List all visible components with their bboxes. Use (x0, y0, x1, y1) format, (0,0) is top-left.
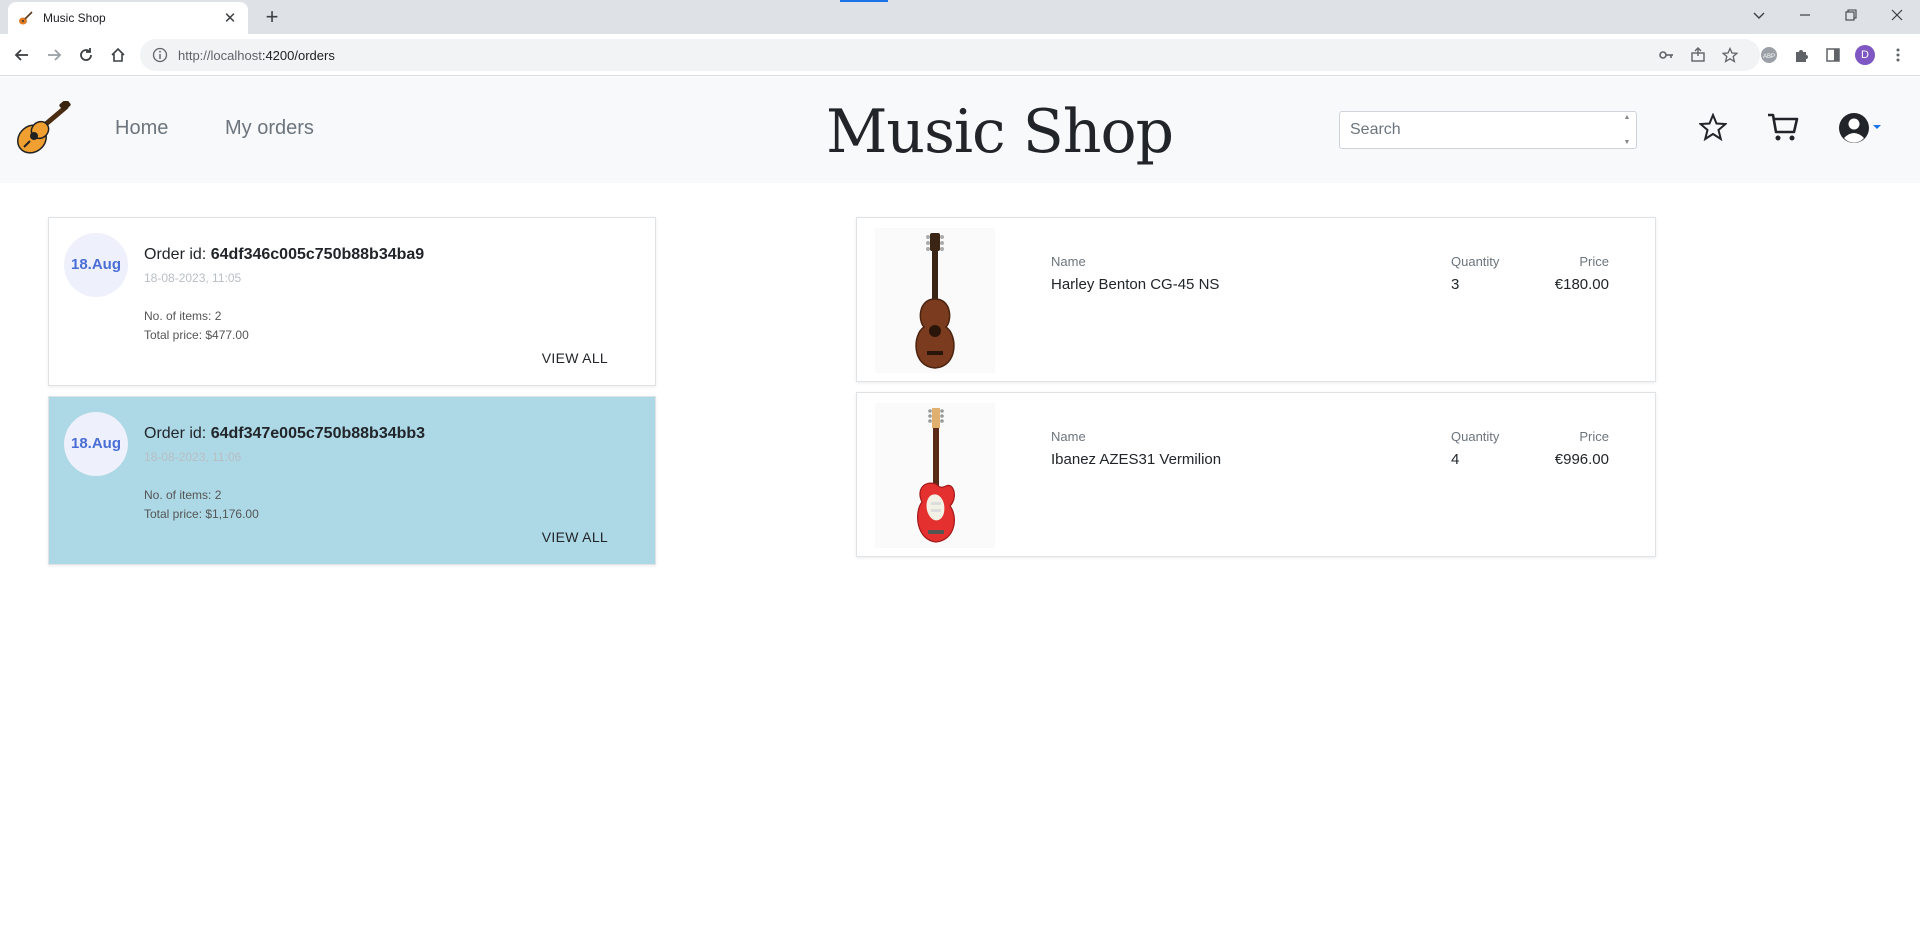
order-id: Order id: 64df347e005c750b88b34bb3 (144, 425, 425, 443)
order-id-label: Order id: (144, 246, 211, 263)
search-spinner-arrows[interactable]: ▲ ▼ (1620, 114, 1634, 146)
order-timestamp: 18-08-2023, 11:06 (144, 450, 242, 464)
browser-profile-avatar[interactable]: D (1855, 45, 1875, 65)
site-brand-title: Music Shop (826, 97, 1174, 167)
site-info-icon[interactable] (152, 47, 168, 63)
svg-text:ABP: ABP (1763, 54, 1775, 60)
order-total-price: Total price: $477.00 (144, 328, 249, 342)
minimize-window-icon[interactable] (1782, 0, 1828, 30)
restore-window-icon[interactable] (1828, 0, 1874, 30)
order-id-value: 64df346c005c750b88b34ba9 (210, 246, 425, 263)
share-icon[interactable] (1686, 43, 1710, 67)
item-price-label: Price (1579, 429, 1609, 444)
key-icon[interactable] (1654, 43, 1678, 67)
item-price-label: Price (1579, 254, 1609, 269)
nav-my-orders-link[interactable]: My orders (225, 117, 314, 140)
side-panel-icon[interactable] (1821, 43, 1845, 67)
site-navbar: Home My orders Music Shop ▲▼ (0, 77, 1920, 183)
tab-search-icon[interactable] (1736, 0, 1782, 30)
order-card[interactable]: 18.Aug Order id: 64df346c005c750b88b34ba… (48, 217, 656, 386)
order-total-price: Total price: $1,176.00 (144, 507, 259, 521)
nav-home-link[interactable]: Home (115, 117, 168, 140)
item-quantity: 3 (1451, 276, 1460, 293)
item-name: Ibanez AZES31 Vermilion (1051, 451, 1222, 468)
forward-arrow-icon[interactable] (40, 41, 68, 69)
favorites-star-icon[interactable] (1697, 111, 1729, 143)
address-bar[interactable]: http://localhost:4200/orders (140, 39, 1760, 71)
user-account-icon[interactable] (1838, 111, 1884, 145)
item-quantity-label: Quantity (1451, 429, 1500, 444)
home-icon[interactable] (104, 41, 132, 69)
close-tab-icon[interactable]: ✕ (222, 9, 238, 27)
adblock-extension-icon[interactable]: ABP (1757, 43, 1781, 67)
back-arrow-icon[interactable] (8, 41, 36, 69)
bookmark-star-icon[interactable] (1718, 43, 1742, 67)
guitar-logo-icon[interactable] (10, 99, 72, 157)
search-field[interactable]: ▲▼ (1339, 111, 1637, 149)
url-text: http://localhost:4200/orders (178, 48, 335, 63)
order-item-card: Name Harley Benton CG-45 NS Quantity 3 P… (856, 217, 1656, 382)
order-item-card: Name Ibanez AZES31 Vermilion Quantity 4 … (856, 392, 1656, 557)
order-item-count: No. of items: 2 (144, 309, 222, 323)
acoustic-guitar-icon (875, 228, 995, 373)
extensions-puzzle-icon[interactable] (1789, 43, 1813, 67)
url-path: :4200/orders (261, 47, 335, 63)
tab-title: Music Shop (43, 11, 106, 25)
browser-menu-icon[interactable] (1886, 43, 1910, 67)
order-id-label: Order id: (144, 425, 211, 442)
url-host: http://localhost (178, 47, 262, 63)
item-quantity: 4 (1451, 451, 1460, 468)
order-card-selected[interactable]: 18.Aug Order id: 64df347e005c750b88b34bb… (48, 396, 656, 565)
item-price: €996.00 (1554, 451, 1609, 468)
order-date-badge: 18.Aug (64, 412, 128, 476)
browser-toolbar: http://localhost:4200/orders ABP D (0, 34, 1920, 76)
close-window-icon[interactable] (1874, 0, 1920, 30)
order-id-value: 64df347e005c750b88b34bb3 (210, 425, 426, 442)
new-tab-button[interactable]: + (258, 3, 286, 31)
reload-icon[interactable] (72, 41, 100, 69)
order-id: Order id: 64df346c005c750b88b34ba9 (144, 246, 424, 264)
item-name: Harley Benton CG-45 NS (1051, 276, 1220, 293)
search-input[interactable] (1340, 112, 1610, 148)
order-item-count: No. of items: 2 (144, 488, 222, 502)
order-date-badge: 18.Aug (64, 233, 128, 297)
item-quantity-label: Quantity (1451, 254, 1500, 269)
guitar-favicon-icon (18, 10, 34, 26)
item-price: €180.00 (1554, 276, 1609, 293)
item-name-label: Name (1051, 429, 1086, 444)
browser-tab[interactable]: Music Shop ✕ (8, 2, 248, 34)
shopping-cart-icon[interactable] (1765, 111, 1801, 143)
browser-tabstrip: Music Shop ✕ + (0, 0, 1920, 34)
view-all-button[interactable]: VIEW ALL (542, 529, 608, 545)
electric-guitar-icon (875, 403, 995, 548)
view-all-button[interactable]: VIEW ALL (542, 350, 608, 366)
order-timestamp: 18-08-2023, 11:05 (144, 271, 242, 285)
tab-indicator (840, 0, 888, 2)
item-name-label: Name (1051, 254, 1086, 269)
